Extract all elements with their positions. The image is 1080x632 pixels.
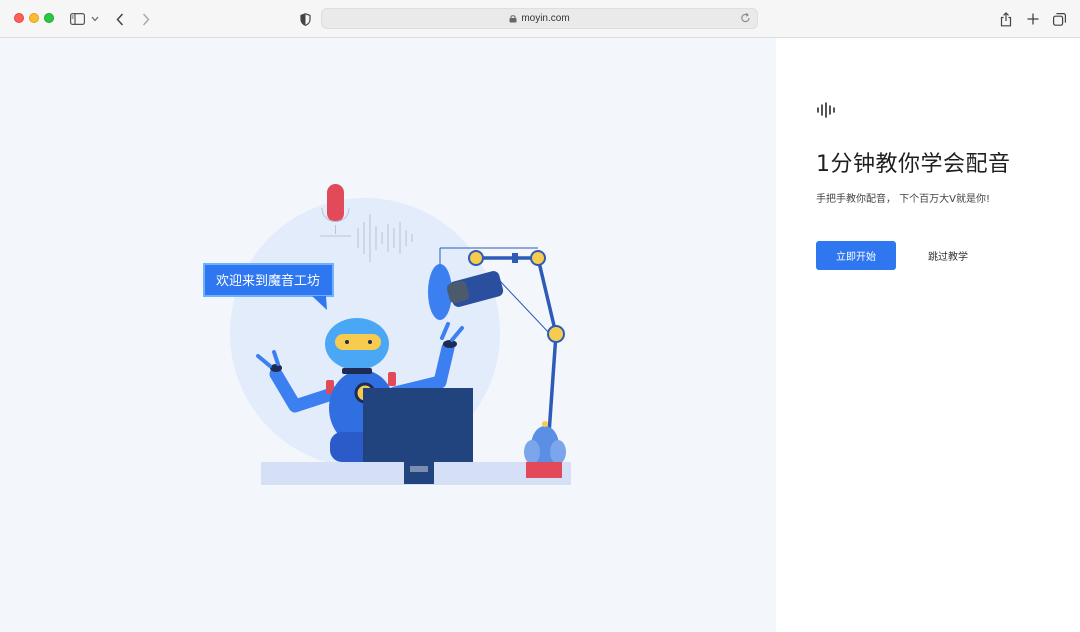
close-window-button[interactable] (14, 13, 24, 23)
page-title: 1分钟教你学会配音 (816, 152, 1011, 177)
chevron-down-icon[interactable] (90, 9, 100, 29)
skip-tutorial-button[interactable]: 跳过教学 (916, 241, 980, 270)
sound-wave-icon (817, 102, 835, 118)
tabs-overview-icon[interactable] (1051, 9, 1067, 29)
robot-podcast-illustration: 欢迎来到魔音工坊 (203, 184, 571, 485)
back-icon[interactable] (113, 9, 127, 29)
forward-icon[interactable] (139, 9, 153, 29)
sidebar-icon[interactable] (68, 9, 86, 29)
intro-panel: 1分钟教你学会配音 手把手教你配音， 下个百万大V就是你! 立即开始 跳过教学 (776, 38, 1080, 632)
maximize-window-button[interactable] (44, 13, 54, 23)
browser-toolbar: moyin.com (0, 0, 1080, 38)
reload-icon[interactable] (740, 12, 751, 24)
address-bar[interactable]: moyin.com (321, 8, 758, 29)
page-subtitle: 手把手教你配音， 下个百万大V就是你! (816, 194, 991, 205)
new-tab-icon[interactable] (1025, 9, 1041, 29)
welcome-banner-text: 欢迎来到魔音工坊 (216, 273, 320, 289)
hero-illustration-area: 欢迎来到魔音工坊 (0, 38, 776, 632)
minimize-window-button[interactable] (29, 13, 39, 23)
lock-icon (509, 15, 517, 23)
share-icon[interactable] (998, 9, 1014, 29)
url-text: moyin.com (521, 13, 570, 24)
start-button[interactable]: 立即开始 (816, 241, 896, 270)
privacy-shield-icon[interactable] (297, 9, 313, 29)
